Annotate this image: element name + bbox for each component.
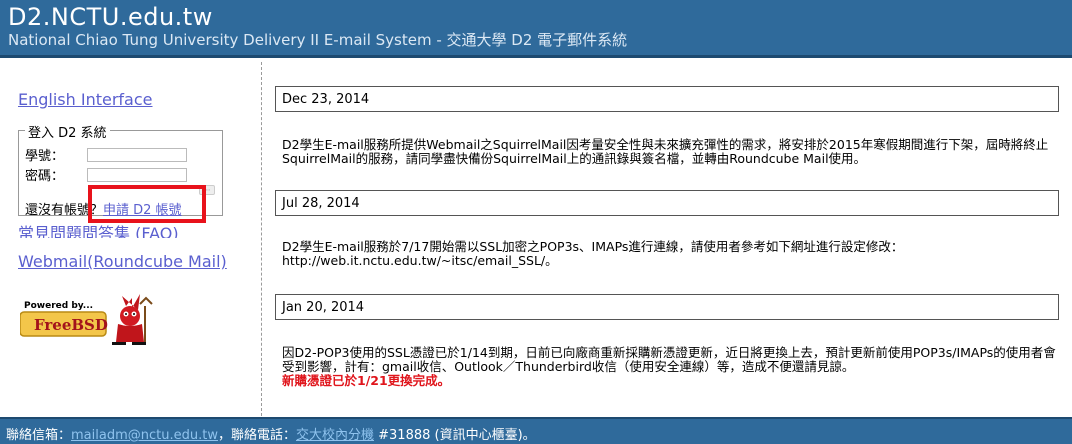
site-footer: 聯絡信箱：mailadm@nctu.edu.tw，聯絡電話：交大校內分機 #31… — [0, 417, 1072, 444]
news-content: Dec 23, 2014 D2學生E-mail服務所提供Webmail之Squi… — [263, 62, 1072, 416]
english-interface-link[interactable]: English Interface — [18, 90, 153, 109]
footer-phone-link[interactable]: 交大校內分機 — [296, 428, 374, 443]
news-text-2: D2學生E-mail服務於7/17開始需以SSL加密之POP3s、IMAPs進行… — [282, 240, 1058, 268]
news-text-1: D2學生E-mail服務所提供Webmail之SquirrelMail因考量安全… — [282, 137, 1049, 166]
webmail-roundcube-link[interactable]: Webmail(Roundcube Mail) — [18, 252, 227, 271]
site-title: D2.NCTU.edu.tw — [8, 3, 213, 31]
news-text-3-body: 因D2-POP3使用的SSL憑證已於1/14到期，日前已向廠商重新採購新憑證更新… — [282, 345, 1056, 374]
faq-link[interactable]: 常見問題問答集 (FAQ) — [18, 220, 218, 238]
news-text-3: 因D2-POP3使用的SSL憑證已於1/14到期，日前已向廠商重新採購新憑證更新… — [282, 346, 1058, 388]
freebsd-brand-text: FreeBSD — [34, 316, 108, 334]
news-text-3-alert: 新購憑證已於1/21更換完成。 — [282, 373, 451, 388]
password-input[interactable] — [87, 167, 187, 182]
news-text-2-url: http://web.it.nctu.edu.tw/~itsc/email_SS… — [282, 253, 558, 268]
site-header: D2.NCTU.edu.tw National Chiao Tung Unive… — [0, 0, 1072, 58]
news-date-2: Jul 28, 2014 — [275, 190, 1059, 216]
student-id-label: 學號： — [25, 149, 65, 164]
freebsd-logo[interactable]: Powered by... FreeBSD — [19, 288, 160, 346]
news-date-3: Jan 20, 2014 — [275, 294, 1059, 320]
login-legend: 登入 D2 系統 — [25, 122, 110, 141]
footer-phone-rest: #31888 (資訊中心櫃臺)。 — [374, 428, 536, 443]
password-row: 密碼： — [25, 165, 187, 184]
highlight-annotation-box — [88, 185, 206, 223]
news-text-2-body: D2學生E-mail服務於7/17開始需以SSL加密之POP3s、IMAPs進行… — [282, 239, 904, 254]
news-date-1: Dec 23, 2014 — [275, 86, 1059, 112]
site-subtitle: National Chiao Tung University Delivery … — [8, 31, 628, 49]
daemon-mascot-icon — [112, 294, 153, 345]
footer-mail-link[interactable]: mailadm@nctu.edu.tw — [71, 428, 218, 443]
footer-phone-label: ，聯絡電話： — [217, 428, 296, 443]
freebsd-powered-text: Powered by... — [24, 301, 93, 311]
sidebar: English Interface 登入 D2 系統 學號： 密碼： ⋯ 還沒有… — [0, 62, 262, 416]
student-id-row: 學號： — [25, 145, 187, 164]
footer-mail-label: 聯絡信箱： — [6, 428, 72, 443]
password-label: 密碼： — [25, 169, 65, 184]
student-id-input[interactable] — [87, 147, 187, 162]
